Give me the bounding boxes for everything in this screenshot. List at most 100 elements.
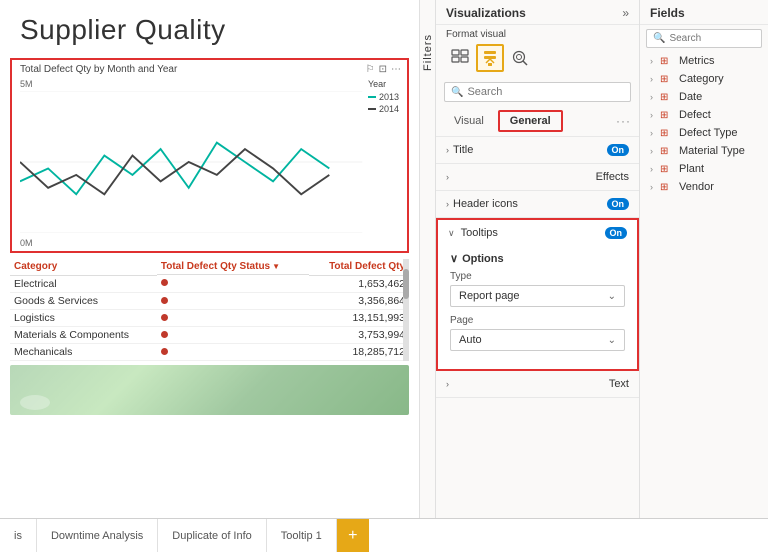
expand-icon[interactable]: ⊡: [379, 64, 387, 75]
main-area: Supplier Quality ⚐ ⊡ ⋯ Total Defect Qty …: [0, 0, 768, 518]
accordion-chevron-header: ›: [446, 199, 449, 209]
field-chevron-metrics: ›: [650, 56, 653, 66]
accordion-chevron-text: ›: [446, 379, 449, 389]
tooltips-header-left: ∨ Tooltips: [448, 227, 498, 239]
tab-general[interactable]: General: [498, 110, 563, 132]
page-label: Page: [450, 315, 625, 326]
cell-status-1: [157, 275, 309, 292]
field-item-defect-type[interactable]: › ⊞ Defect Type: [640, 124, 768, 142]
field-chevron-category: ›: [650, 74, 653, 84]
tooltips-content: ∨ Options Type Report page ⌄ Page Auto ⌄: [438, 246, 637, 369]
field-chevron-defect-type: ›: [650, 128, 653, 138]
tab-downtime-analysis[interactable]: Downtime Analysis: [37, 519, 158, 552]
tab-tooltip-1[interactable]: Tooltip 1: [267, 519, 337, 552]
chart-area: Year 2013 2014 5M: [12, 75, 407, 225]
field-item-vendor[interactable]: › ⊞ Vendor: [640, 178, 768, 196]
field-label-category: Category: [679, 73, 724, 85]
options-chevron: ∨: [450, 252, 458, 265]
field-item-plant[interactable]: › ⊞ Plant: [640, 160, 768, 178]
viz-tabs: Visual General ···: [436, 106, 639, 137]
accordion-effects: › Effects: [436, 164, 639, 191]
status-dot-4: [161, 331, 168, 338]
cell-qty-5: 18,285,712: [309, 343, 409, 360]
paint-format-icon[interactable]: [476, 44, 504, 72]
title-toggle[interactable]: On: [607, 144, 630, 156]
fields-search-box[interactable]: 🔍: [646, 29, 762, 48]
cell-qty-3: 13,151,993: [309, 309, 409, 326]
col-total-defect: Total Defect Qty: [309, 259, 409, 275]
filter-icon[interactable]: ⚐: [366, 64, 375, 75]
table-row: Goods & Services 3,356,864: [10, 292, 409, 309]
accordion-chevron-title: ›: [446, 145, 449, 155]
accordion-title-header[interactable]: › Title On: [436, 137, 639, 163]
sort-icon[interactable]: ▼: [272, 262, 280, 271]
options-label: ∨ Options: [450, 252, 625, 265]
viz-search-box[interactable]: 🔍: [444, 82, 631, 102]
accordion-effects-label: Effects: [596, 171, 629, 183]
fields-search-input[interactable]: [669, 33, 755, 44]
field-icon-material-type: ⊞: [660, 146, 674, 157]
field-item-category[interactable]: › ⊞ Category: [640, 70, 768, 88]
accordion-effects-header[interactable]: › Effects: [436, 164, 639, 190]
type-chevron: ⌄: [608, 291, 616, 302]
field-chevron-plant: ›: [650, 164, 653, 174]
tooltips-toggle[interactable]: On: [605, 227, 628, 239]
filters-panel: Filters: [419, 0, 435, 518]
chart-title: Total Defect Qty by Month and Year: [12, 60, 407, 75]
accordion-chevron-effects: ›: [446, 172, 449, 182]
chart-legend: Year 2013 2014: [368, 79, 399, 116]
field-label-plant: Plant: [679, 163, 704, 175]
viz-header: Visualizations »: [436, 0, 639, 25]
field-item-date[interactable]: › ⊞ Date: [640, 88, 768, 106]
accordion-header-icons-label: Header icons: [453, 198, 518, 210]
field-icon-vendor: ⊞: [660, 182, 674, 193]
viz-search-input[interactable]: [467, 86, 624, 98]
tab-is[interactable]: is: [0, 519, 37, 552]
tabs-spacer: [369, 519, 768, 552]
field-label-date: Date: [679, 91, 702, 103]
field-icon-plant: ⊞: [660, 164, 674, 175]
legend-color-2013: [368, 96, 376, 98]
cell-category-3: Logistics: [10, 309, 157, 326]
tab-more-options[interactable]: ···: [616, 114, 631, 128]
tooltips-section: ∨ Tooltips On ∨ Options Type Report page…: [436, 218, 639, 371]
field-item-defect[interactable]: › ⊞ Defect: [640, 106, 768, 124]
table-visual: Category Total Defect Qty Status ▼ Total…: [10, 259, 409, 361]
col-qty-status: Total Defect Qty Status ▼: [157, 259, 309, 275]
field-label-defect: Defect: [679, 109, 711, 121]
cell-status-5: [157, 343, 309, 360]
field-chevron-vendor: ›: [650, 182, 653, 192]
legend-label-2013: 2013: [379, 92, 399, 102]
field-item-metrics[interactable]: › ⊞ Metrics: [640, 52, 768, 70]
field-label-vendor: Vendor: [679, 181, 714, 193]
header-icons-toggle[interactable]: On: [607, 198, 630, 210]
type-dropdown[interactable]: Report page ⌄: [450, 285, 625, 307]
tab-visual[interactable]: Visual: [444, 112, 494, 130]
field-icon-category: ⊞: [660, 74, 674, 85]
defect-table: Category Total Defect Qty Status ▼ Total…: [10, 259, 409, 361]
viz-expand-icon[interactable]: »: [622, 6, 629, 20]
analytics-format-icon[interactable]: [506, 44, 534, 72]
tab-duplicate-of-info[interactable]: Duplicate of Info: [158, 519, 267, 552]
table-format-icon[interactable]: [446, 44, 474, 72]
legend-item-2014: 2014: [368, 104, 399, 114]
table-row: Electrical 1,653,462: [10, 275, 409, 292]
more-icon[interactable]: ⋯: [391, 64, 401, 75]
accordion-text-header[interactable]: › Text: [436, 371, 639, 397]
page-dropdown[interactable]: Auto ⌄: [450, 329, 625, 351]
accordion-header-icons: › Header icons On: [436, 191, 639, 218]
viz-panel-title: Visualizations: [446, 6, 526, 20]
tooltips-header[interactable]: ∨ Tooltips On: [438, 220, 637, 246]
status-dot-1: [161, 279, 168, 286]
fields-search-icon: 🔍: [653, 33, 665, 44]
add-tab-button[interactable]: +: [337, 519, 369, 552]
scroll-bar[interactable]: [403, 259, 409, 361]
accordion-header-icons-header[interactable]: › Header icons On: [436, 191, 639, 217]
legend-color-2014: [368, 108, 376, 110]
field-item-material-type[interactable]: › ⊞ Material Type: [640, 142, 768, 160]
filters-label[interactable]: Filters: [420, 30, 436, 75]
fields-list: › ⊞ Metrics › ⊞ Category › ⊞ Date › ⊞ De…: [640, 52, 768, 196]
field-chevron-defect: ›: [650, 110, 653, 120]
cell-qty-1: 1,653,462: [309, 275, 409, 292]
map-visual: [10, 365, 409, 415]
